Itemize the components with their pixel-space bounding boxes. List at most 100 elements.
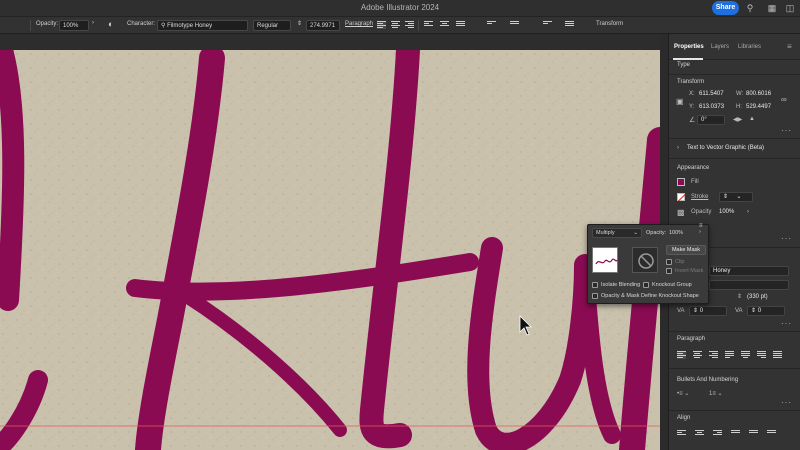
kerning-value: 0: [699, 308, 704, 314]
tab-libraries[interactable]: Libraries: [738, 44, 761, 50]
x-label: X:: [689, 91, 695, 97]
panel-toggle-icon[interactable]: ◫: [785, 3, 795, 13]
artwork-thumbnail[interactable]: [592, 247, 618, 273]
reference-point-icon[interactable]: ▣: [676, 97, 684, 106]
flip-horizontal-icon[interactable]: ◀▶: [733, 116, 742, 123]
numbered-list-icon[interactable]: 1≡ ⌄: [709, 390, 723, 397]
w-field[interactable]: 800.6016: [746, 91, 771, 97]
blend-mode-select[interactable]: Multiply ⌄: [592, 228, 642, 238]
mask-thumbnail[interactable]: [632, 247, 658, 273]
recolor-icon[interactable]: ◐: [108, 19, 113, 29]
align-left-icon[interactable]: [677, 351, 686, 359]
align-objects-left-icon[interactable]: [424, 21, 433, 29]
type-section-label: Type: [677, 62, 691, 68]
lettering-artwork[interactable]: [0, 50, 660, 450]
chevron-right-icon[interactable]: ›: [92, 20, 94, 26]
distribute-icon[interactable]: [456, 21, 465, 29]
align-left-icon[interactable]: [377, 21, 386, 29]
divider: [669, 368, 800, 369]
more-options-icon[interactable]: ···: [781, 319, 792, 328]
more-options-icon[interactable]: ···: [781, 126, 792, 135]
font-family-select[interactable]: Honey: [709, 266, 789, 276]
align-objects-vcenter-icon[interactable]: [749, 430, 758, 438]
popup-opacity-label: Opacity:: [646, 230, 667, 236]
align-objects-center-icon[interactable]: [440, 21, 449, 29]
y-field[interactable]: 613.0373: [699, 104, 724, 110]
divider: [669, 74, 800, 75]
knockout-group-checkbox[interactable]: [643, 282, 649, 288]
artboard-icon[interactable]: [510, 21, 519, 29]
invert-mask-checkbox[interactable]: [666, 268, 672, 274]
stroke-swatch[interactable]: [677, 193, 685, 201]
tracking-icon: VA: [735, 308, 743, 314]
fill-swatch[interactable]: [677, 178, 685, 186]
constrain-proportions-icon[interactable]: ∞: [781, 95, 787, 104]
opacity-mask-shape-checkbox[interactable]: [592, 293, 598, 299]
kerning-field[interactable]: ⇕ 0: [689, 306, 727, 316]
clip-label: Clip: [675, 259, 685, 265]
divider: [669, 331, 800, 332]
make-mask-button[interactable]: Make Mask: [666, 245, 706, 255]
font-family-select[interactable]: ⚲ Filmotype Honey: [157, 20, 248, 31]
chevron-right-icon[interactable]: ›: [747, 209, 749, 215]
opacity-field[interactable]: 100%: [719, 209, 734, 215]
opacity-mask-shape-label: Opacity & Mask Define Knockout Shape: [601, 293, 699, 299]
paragraph-link[interactable]: Paragraph: [345, 21, 373, 27]
transform-link[interactable]: Transform: [596, 21, 623, 27]
fill-label: Fill: [691, 179, 699, 185]
clip-checkbox[interactable]: [666, 259, 672, 265]
x-field[interactable]: 611.5407: [699, 91, 724, 97]
align-objects-left-icon[interactable]: [677, 430, 686, 438]
workspace-grid-icon[interactable]: ▦: [767, 3, 777, 13]
transparency-popup: Multiply ⌄ Opacity: 100% › ≡ Make Mask C…: [587, 223, 709, 304]
justify-center-icon[interactable]: [741, 351, 750, 359]
align-objects-top-icon[interactable]: [731, 430, 740, 438]
tracking-field[interactable]: ⇕ 0: [747, 306, 785, 316]
font-size-stepper[interactable]: ⇕: [297, 20, 302, 27]
text-to-vector-link[interactable]: Text to Vector Graphic (Beta): [687, 145, 764, 151]
align-objects-bottom-icon[interactable]: [767, 430, 776, 438]
stroke-label[interactable]: Stroke: [691, 194, 708, 200]
align-right-icon[interactable]: [405, 21, 414, 29]
font-size-field[interactable]: 274.9971: [306, 20, 340, 31]
align-objects-right-icon[interactable]: [713, 430, 722, 438]
font-style-select[interactable]: Regular: [253, 20, 291, 31]
window-title: Adobe Illustrator 2024: [360, 3, 440, 12]
align-center-icon[interactable]: [391, 21, 400, 29]
canvas-header-strip: [0, 34, 660, 50]
isolate-icon[interactable]: [543, 21, 552, 29]
align-section-label: Align: [677, 415, 691, 421]
grid-icon[interactable]: [565, 21, 574, 29]
arrange-icon[interactable]: [487, 21, 496, 29]
justify-all-icon[interactable]: [773, 351, 782, 359]
justify-right-icon[interactable]: [757, 351, 766, 359]
leading-field[interactable]: (330 pt): [747, 294, 768, 300]
font-style-select[interactable]: [709, 280, 789, 290]
bullet-list-icon[interactable]: •≡ ⌄: [677, 390, 689, 397]
flip-vertical-icon[interactable]: ▲: [749, 116, 755, 122]
tracking-value: 0: [757, 308, 762, 314]
panel-menu-icon[interactable]: ≡: [787, 42, 792, 51]
opacity-field[interactable]: 100%: [59, 20, 89, 31]
opacity-icon: ▩: [677, 208, 685, 217]
more-options-icon[interactable]: ···: [781, 398, 792, 407]
popup-menu-icon[interactable]: ≡: [699, 223, 703, 229]
align-right-icon[interactable]: [709, 351, 718, 359]
rotate-angle-field[interactable]: 0°: [697, 115, 725, 125]
share-button[interactable]: Share: [712, 1, 739, 15]
tab-layers[interactable]: Layers: [711, 44, 729, 50]
align-objects-hcenter-icon[interactable]: [695, 430, 704, 438]
more-options-icon[interactable]: ···: [781, 234, 792, 243]
chevron-right-icon[interactable]: ›: [677, 145, 679, 151]
artboard-canvas[interactable]: [0, 50, 660, 450]
isolate-blending-checkbox[interactable]: [592, 282, 598, 288]
popup-opacity-field[interactable]: 100%: [669, 230, 683, 236]
chevron-right-icon[interactable]: ›: [699, 229, 701, 235]
align-center-icon[interactable]: [693, 351, 702, 359]
tab-properties[interactable]: Properties: [674, 44, 704, 50]
search-icon[interactable]: ⚲: [745, 3, 755, 13]
justify-left-icon[interactable]: [725, 351, 734, 359]
h-field[interactable]: 529.4497: [746, 104, 771, 110]
stroke-weight-field[interactable]: ⇕ ⌄: [719, 192, 753, 202]
panel-tabs: Properties Layers Libraries ≡: [669, 34, 800, 60]
